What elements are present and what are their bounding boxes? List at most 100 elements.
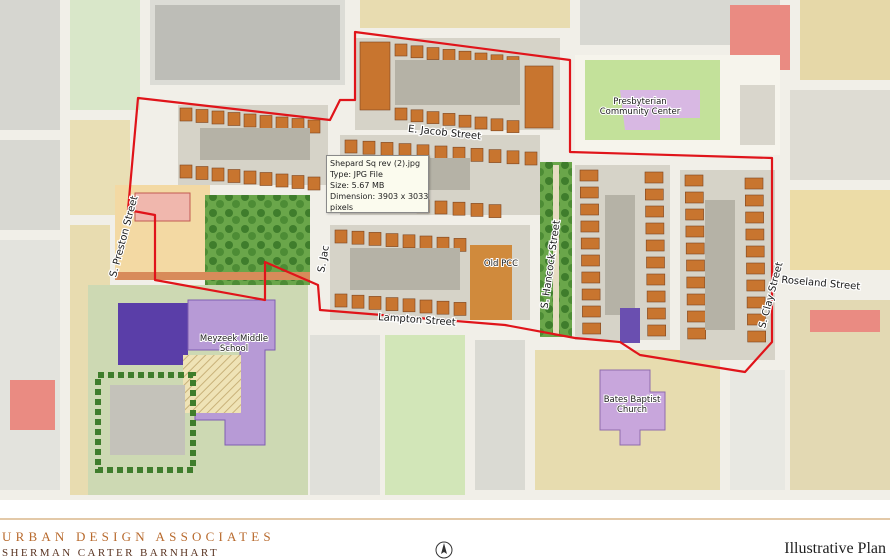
tooltip-size: Size: 5.67 MB (330, 181, 385, 190)
house-roof (582, 322, 602, 335)
house-roof (524, 65, 554, 129)
house-roof (359, 41, 391, 111)
tooltip-dimension: Dimension: 3903 x 3033 (330, 192, 429, 201)
meyzeek-label-line2: School (220, 344, 248, 354)
house-roof (581, 254, 600, 267)
house-roof (211, 167, 225, 182)
house-roof (488, 149, 502, 163)
house-roof (291, 175, 305, 189)
presbyterian-label-line2: Community Center (600, 107, 681, 117)
house-roof (524, 151, 538, 166)
house-roof (646, 256, 665, 269)
house-roof (243, 170, 257, 185)
bates-label-line2: Church (617, 405, 647, 415)
presbyterian-label-line1: Presbyterian (613, 97, 666, 107)
footer-divider (0, 518, 890, 520)
house-roof (582, 305, 601, 318)
neighborhood-park (205, 195, 310, 285)
house-roof (436, 300, 450, 315)
house-roof (647, 324, 667, 337)
house-roof (442, 49, 456, 62)
house-roof (394, 43, 408, 57)
house-roof (368, 296, 382, 310)
house-roof (745, 245, 765, 258)
house-roof (442, 113, 456, 126)
footer-title-block: URBAN DESIGN ASSOCIATES SHERMAN CARTER B… (0, 500, 890, 560)
house-roof (227, 169, 241, 183)
house-roof (351, 230, 365, 245)
meyzeek-label-line1: Meyzeek Middle (200, 334, 268, 344)
house-roof (458, 114, 472, 128)
house-roof (686, 293, 706, 306)
house-roof (380, 142, 394, 156)
house-roof (211, 110, 225, 125)
house-roof (307, 176, 321, 191)
house-roof (402, 298, 416, 313)
school-court (134, 192, 191, 222)
house-roof (581, 271, 601, 284)
house-roof (506, 150, 520, 165)
house-roof (452, 201, 466, 216)
firm-name: URBAN DESIGN ASSOCIATES (2, 529, 275, 544)
presbyterian-community-center (575, 55, 780, 155)
house-roof (644, 171, 664, 184)
house-roof (259, 172, 273, 186)
house-roof (362, 140, 376, 155)
house-roof (334, 293, 348, 308)
house-roof (453, 302, 467, 316)
meyzeek-school-campus (88, 285, 308, 495)
house-roof (684, 191, 704, 204)
house-roof (402, 234, 416, 249)
house-roof (685, 225, 705, 238)
house-roof (646, 290, 666, 303)
house-roof (686, 259, 705, 272)
plan-title: Illustrative Plan (784, 540, 886, 557)
house-roof (744, 194, 764, 207)
house-roof (645, 222, 665, 235)
house-roof (579, 186, 599, 199)
house-roof (746, 279, 766, 292)
house-roof (227, 112, 241, 126)
house-roof (394, 107, 408, 121)
house-roof (746, 262, 765, 275)
bates-label-line1: Bates Baptist (604, 395, 661, 405)
house-roof (579, 169, 599, 182)
house-roof (179, 164, 193, 179)
house-roof (243, 113, 257, 128)
house-roof (687, 310, 706, 323)
house-roof (490, 118, 504, 132)
house-roof (581, 288, 601, 301)
house-roof (344, 139, 358, 154)
house-roof (195, 166, 209, 180)
park-path (115, 272, 310, 280)
tooltip-type: Type: JPG File (330, 170, 383, 179)
house-roof (275, 173, 289, 188)
house-roof (687, 327, 707, 340)
house-roof (434, 145, 448, 160)
house-roof (385, 233, 399, 247)
house-roof (685, 242, 705, 255)
house-roof (426, 47, 440, 60)
house-roof (179, 107, 193, 122)
house-roof (745, 228, 765, 241)
house-roof (259, 115, 273, 129)
house-roof (647, 307, 666, 320)
house-roof (644, 188, 664, 201)
house-roof (745, 211, 764, 224)
partner-name: SHERMAN CARTER BARNHART (2, 547, 220, 559)
tooltip-filename: Shepard Sq rev (2).jpg (330, 159, 421, 168)
house-roof (747, 330, 767, 343)
house-roof (645, 239, 665, 252)
tooltip-dimension-unit: pixels (330, 203, 354, 212)
house-roof (744, 177, 764, 190)
house-roof (419, 235, 433, 250)
house-roof (686, 276, 706, 289)
house-roof (368, 232, 382, 246)
house-roof (470, 203, 484, 217)
house-roof (426, 111, 440, 124)
house-roof (410, 45, 424, 59)
house-roof (470, 148, 484, 162)
house-roof (434, 200, 448, 215)
house-roof (684, 174, 704, 187)
north-arrow-icon (435, 541, 453, 559)
